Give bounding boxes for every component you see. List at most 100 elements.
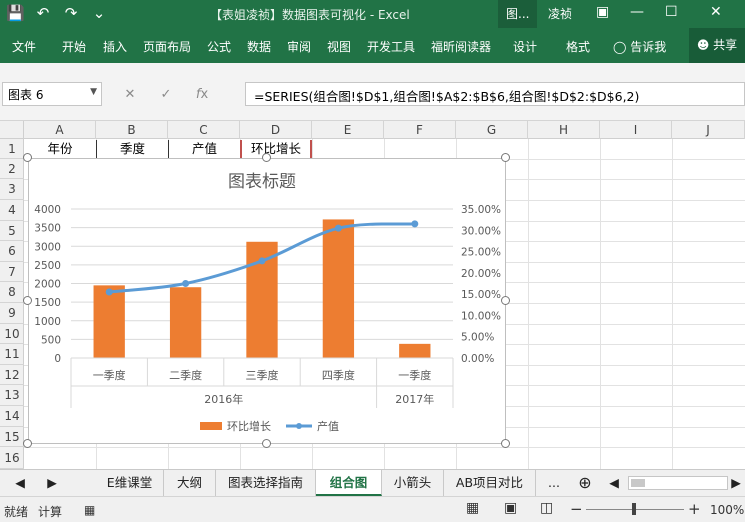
sheet-tab[interactable]: 小箭头 [382,470,444,496]
combo-chart[interactable]: 图表标题 0 500 1000 1500 2000 2500 3000 3500 4000 0.00… [28,158,506,444]
sheet-tab-active[interactable]: 组合图 [316,470,382,496]
scroll-left-icon[interactable]: ◀ [8,470,32,496]
undo-icon[interactable]: ↶ [34,4,52,22]
close-icon[interactable]: ✕ [710,4,722,20]
column-header-g[interactable]: G [456,121,528,139]
zoom-out-icon[interactable]: − [570,500,583,518]
scroll-right-icon[interactable]: ▶ [40,470,64,496]
column-header-d[interactable]: D [240,121,312,139]
tab-design[interactable]: 设计 [513,38,537,55]
tab-format[interactable]: 格式 [566,38,590,55]
resize-handle[interactable] [501,296,510,305]
name-box-value: 图表 6 [8,88,44,102]
cell-a1[interactable]: 年份 [24,140,96,158]
row-header[interactable]: 11 [0,344,24,365]
resize-handle[interactable] [262,153,271,162]
row-header[interactable]: 1 [0,139,24,159]
sheet-tab[interactable]: E维课堂 [96,470,164,496]
normal-view-icon[interactable]: ▦ [466,500,479,516]
row-header[interactable]: 4 [0,200,24,221]
page-layout-view-icon[interactable]: ▣ [504,500,517,516]
row-header[interactable]: 9 [0,303,24,324]
page-break-view-icon[interactable]: ◫ [540,500,553,516]
tell-me-box[interactable]: ◯ 告诉我 [613,38,666,55]
tab-home[interactable]: 开始 [62,38,86,55]
cell-b1[interactable]: 季度 [96,140,168,158]
zoom-in-icon[interactable]: + [688,500,701,518]
column-header-i[interactable]: I [600,121,672,139]
zoom-level[interactable]: 100% [710,503,744,517]
customize-qat-icon[interactable]: ⌄ [90,4,108,22]
zoom-slider-thumb[interactable] [632,503,636,515]
scrollbar-thumb[interactable] [631,479,645,487]
row-header[interactable]: 8 [0,282,24,303]
column-header-b[interactable]: B [96,121,168,139]
bar [93,285,125,358]
row-header[interactable]: 3 [0,179,24,200]
status-bar: 就绪 计算 ▦ ▦ ▣ ◫ − + 100% [0,496,745,522]
tab-file[interactable]: 文件 [12,38,36,55]
resize-handle[interactable] [23,153,32,162]
insert-function-icon[interactable]: fx [184,87,220,102]
hscroll-right-icon[interactable]: ▶ [728,470,744,496]
column-header-c[interactable]: C [168,121,240,139]
ribbon-options-icon[interactable]: ▣ [596,4,609,20]
column-header-f[interactable]: F [384,121,456,139]
row-header[interactable]: 10 [0,324,24,344]
save-icon[interactable]: 💾 [6,4,25,22]
hscroll-left-icon[interactable]: ◀ [604,470,624,496]
row-header[interactable]: 5 [0,221,24,241]
tab-page-layout[interactable]: 页面布局 [143,38,191,55]
tab-insert[interactable]: 插入 [103,38,127,55]
zoom-slider[interactable] [586,503,684,515]
resize-handle[interactable] [501,153,510,162]
y-left-tick-label: 2500 [34,260,61,272]
cell-c1[interactable]: 产值 [168,140,240,158]
chevron-down-icon[interactable]: ▼ [90,87,97,97]
row-header[interactable]: 16 [0,447,24,469]
select-all-corner[interactable] [0,121,24,139]
chart-tools-context-tab[interactable]: 图... [498,0,538,28]
cell-d1[interactable]: 环比增长 [240,140,312,158]
tab-foxit-reader[interactable]: 福昕阅读器 [431,38,491,55]
row-header[interactable]: 2 [0,159,24,179]
tab-developer[interactable]: 开发工具 [367,38,415,55]
y-left-tick-label: 1000 [34,316,61,328]
resize-handle[interactable] [262,439,271,448]
redo-icon[interactable]: ↷ [62,4,80,22]
y-right-tick-label: 0.00% [461,353,494,365]
maximize-icon[interactable]: ☐ [665,4,678,20]
row-header[interactable]: 15 [0,427,24,447]
row-header[interactable]: 13 [0,385,24,406]
more-sheets-button[interactable]: ... [540,470,568,496]
minimize-icon[interactable]: — [630,4,644,20]
sheet-tab[interactable]: AB项目对比 [444,470,536,496]
sheet-tab[interactable]: 大纲 [164,470,216,496]
macro-record-icon[interactable]: ▦ [84,503,95,517]
row-header[interactable]: 12 [0,365,24,385]
chart-title: 图表标题 [228,172,296,192]
resize-handle[interactable] [23,296,32,305]
tab-formulas[interactable]: 公式 [207,38,231,55]
tab-review[interactable]: 审阅 [287,38,311,55]
name-box[interactable]: 图表 6 ▼ [2,82,102,106]
row-header[interactable]: 14 [0,406,24,427]
sheet-tab[interactable]: 图表选择指南 [216,470,316,496]
resize-handle[interactable] [23,439,32,448]
cancel-icon[interactable]: ✕ [112,87,148,102]
user-name[interactable]: 凌祯 [540,0,580,28]
column-header-h[interactable]: H [528,121,600,139]
row-header[interactable]: 6 [0,241,24,262]
column-header-e[interactable]: E [312,121,384,139]
horizontal-scrollbar[interactable] [628,476,728,490]
resize-handle[interactable] [501,439,510,448]
row-header[interactable]: 7 [0,262,24,282]
column-header-j[interactable]: J [672,121,745,139]
formula-input[interactable]: =SERIES(组合图!$D$1,组合图!$A$2:$B$6,组合图!$D$2:… [245,82,745,106]
column-header-a[interactable]: A [24,121,96,139]
enter-icon[interactable]: ✓ [148,87,184,102]
tab-view[interactable]: 视图 [327,38,351,55]
share-button[interactable]: ☻ 共享 [689,28,745,63]
add-sheet-icon[interactable]: ⊕ [574,470,596,496]
tab-data[interactable]: 数据 [247,38,271,55]
